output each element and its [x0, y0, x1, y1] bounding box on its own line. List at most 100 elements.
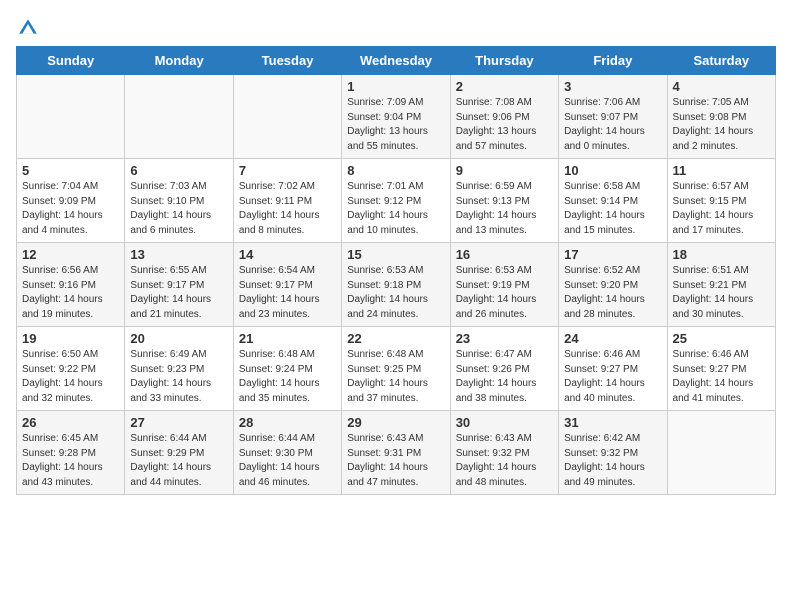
calendar-cell: 17 Sunrise: 6:52 AMSunset: 9:20 PMDayligh… [559, 243, 667, 327]
calendar-cell: 30Sunrise: 6:43 AMSunset: 9:32 PMDayligh… [450, 411, 558, 495]
calendar-cell: 24 Sunrise: 6:46 AMSunset: 9:27 PMDayligh… [559, 327, 667, 411]
day-info: Sunrise: 6:55 AMSunset: 9:17 PMDaylight:… [130, 264, 227, 322]
day-number: 11 [673, 163, 770, 178]
calendar-cell: 6 Sunrise: 7:03 AMSunset: 9:10 PMDaylight… [125, 159, 233, 243]
calendar-cell: 8 Sunrise: 7:01 AMSunset: 9:12 PMDaylight… [342, 159, 450, 243]
calendar-cell [233, 75, 341, 159]
calendar-cell: 20Sunrise: 6:49 AMSunset: 9:23 PMDayligh… [125, 327, 233, 411]
calendar-week-row: 1Sunrise: 7:09 AMSunset: 9:04 PMDaylight… [17, 75, 776, 159]
day-info: Sunrise: 6:48 AMSunset: 9:25 PMDaylight:… [347, 348, 444, 406]
day-header-friday: Friday [559, 47, 667, 75]
calendar-week-row: 12 Sunrise: 6:56 AMSunset: 9:16 PMDayligh… [17, 243, 776, 327]
day-info: Sunrise: 6:57 AMSunset: 9:15 PMDaylight:… [673, 180, 770, 238]
day-info: Sunrise: 6:58 AMSunset: 9:14 PMDaylight:… [564, 180, 661, 238]
calendar-cell: 7 Sunrise: 7:02 AMSunset: 9:11 PMDaylight… [233, 159, 341, 243]
day-number: 9 [456, 163, 553, 178]
calendar-week-row: 19 Sunrise: 6:50 AMSunset: 9:22 PMDayligh… [17, 327, 776, 411]
day-info: Sunrise: 6:50 AMSunset: 9:22 PMDaylight:… [22, 348, 119, 406]
day-number: 31 [564, 415, 661, 430]
day-header-thursday: Thursday [450, 47, 558, 75]
calendar-cell: 2Sunrise: 7:08 AMSunset: 9:06 PMDaylight… [450, 75, 558, 159]
calendar-cell: 9 Sunrise: 6:59 AMSunset: 9:13 PMDaylight… [450, 159, 558, 243]
day-number: 27 [130, 415, 227, 430]
day-number: 13 [130, 247, 227, 262]
day-info: Sunrise: 6:47 AMSunset: 9:26 PMDaylight:… [456, 348, 553, 406]
calendar-week-row: 5 Sunrise: 7:04 AMSunset: 9:09 PMDaylight… [17, 159, 776, 243]
day-info: Sunrise: 7:01 AMSunset: 9:12 PMDaylight:… [347, 180, 444, 238]
calendar-cell [125, 75, 233, 159]
day-number: 17 [564, 247, 661, 262]
day-number: 18 [673, 247, 770, 262]
day-info: Sunrise: 6:49 AMSunset: 9:23 PMDaylight:… [130, 348, 227, 406]
page-header [16, 16, 776, 40]
day-number: 24 [564, 331, 661, 346]
calendar-header-row: SundayMondayTuesdayWednesdayThursdayFrid… [17, 47, 776, 75]
day-info: Sunrise: 6:44 AMSunset: 9:29 PMDaylight:… [130, 432, 227, 490]
day-number: 10 [564, 163, 661, 178]
day-number: 25 [673, 331, 770, 346]
calendar-cell: 14 Sunrise: 6:54 AMSunset: 9:17 PMDayligh… [233, 243, 341, 327]
day-info: Sunrise: 6:45 AMSunset: 9:28 PMDaylight:… [22, 432, 119, 490]
day-info: Sunrise: 7:03 AMSunset: 9:10 PMDaylight:… [130, 180, 227, 238]
calendar-cell: 5 Sunrise: 7:04 AMSunset: 9:09 PMDaylight… [17, 159, 125, 243]
calendar-cell [667, 411, 775, 495]
logo [16, 16, 44, 40]
day-header-saturday: Saturday [667, 47, 775, 75]
day-number: 21 [239, 331, 336, 346]
calendar-cell: 10 Sunrise: 6:58 AMSunset: 9:14 PMDayligh… [559, 159, 667, 243]
calendar-cell: 16Sunrise: 6:53 AMSunset: 9:19 PMDayligh… [450, 243, 558, 327]
day-number: 14 [239, 247, 336, 262]
day-header-tuesday: Tuesday [233, 47, 341, 75]
calendar-week-row: 26 Sunrise: 6:45 AMSunset: 9:28 PMDayligh… [17, 411, 776, 495]
day-number: 12 [22, 247, 119, 262]
day-info: Sunrise: 6:54 AMSunset: 9:17 PMDaylight:… [239, 264, 336, 322]
calendar-cell: 12 Sunrise: 6:56 AMSunset: 9:16 PMDayligh… [17, 243, 125, 327]
day-number: 4 [673, 79, 770, 94]
calendar-cell: 1Sunrise: 7:09 AMSunset: 9:04 PMDaylight… [342, 75, 450, 159]
day-header-wednesday: Wednesday [342, 47, 450, 75]
calendar-cell: 22 Sunrise: 6:48 AMSunset: 9:25 PMDayligh… [342, 327, 450, 411]
day-number: 22 [347, 331, 444, 346]
day-number: 19 [22, 331, 119, 346]
day-info: Sunrise: 7:05 AMSunset: 9:08 PMDaylight:… [673, 96, 770, 154]
calendar-cell: 25 Sunrise: 6:46 AMSunset: 9:27 PMDayligh… [667, 327, 775, 411]
calendar-cell [17, 75, 125, 159]
day-info: Sunrise: 6:59 AMSunset: 9:13 PMDaylight:… [456, 180, 553, 238]
day-number: 5 [22, 163, 119, 178]
day-info: Sunrise: 6:48 AMSunset: 9:24 PMDaylight:… [239, 348, 336, 406]
calendar-cell: 23Sunrise: 6:47 AMSunset: 9:26 PMDayligh… [450, 327, 558, 411]
day-number: 3 [564, 79, 661, 94]
calendar-cell: 13 Sunrise: 6:55 AMSunset: 9:17 PMDayligh… [125, 243, 233, 327]
calendar-table: SundayMondayTuesdayWednesdayThursdayFrid… [16, 46, 776, 495]
day-number: 29 [347, 415, 444, 430]
day-info: Sunrise: 6:52 AMSunset: 9:20 PMDaylight:… [564, 264, 661, 322]
day-info: Sunrise: 6:46 AMSunset: 9:27 PMDaylight:… [673, 348, 770, 406]
calendar-cell: 18Sunrise: 6:51 AMSunset: 9:21 PMDayligh… [667, 243, 775, 327]
day-info: Sunrise: 6:53 AMSunset: 9:18 PMDaylight:… [347, 264, 444, 322]
day-info: Sunrise: 7:09 AMSunset: 9:04 PMDaylight:… [347, 96, 444, 154]
calendar-cell: 11 Sunrise: 6:57 AMSunset: 9:15 PMDayligh… [667, 159, 775, 243]
day-number: 30 [456, 415, 553, 430]
calendar-cell: 31 Sunrise: 6:42 AMSunset: 9:32 PMDayligh… [559, 411, 667, 495]
calendar-cell: 3 Sunrise: 7:06 AMSunset: 9:07 PMDaylight… [559, 75, 667, 159]
calendar-cell: 26 Sunrise: 6:45 AMSunset: 9:28 PMDayligh… [17, 411, 125, 495]
day-info: Sunrise: 6:53 AMSunset: 9:19 PMDaylight:… [456, 264, 553, 322]
day-info: Sunrise: 7:08 AMSunset: 9:06 PMDaylight:… [456, 96, 553, 154]
day-info: Sunrise: 7:06 AMSunset: 9:07 PMDaylight:… [564, 96, 661, 154]
day-info: Sunrise: 6:44 AMSunset: 9:30 PMDaylight:… [239, 432, 336, 490]
day-info: Sunrise: 6:46 AMSunset: 9:27 PMDaylight:… [564, 348, 661, 406]
calendar-cell: 4 Sunrise: 7:05 AMSunset: 9:08 PMDaylight… [667, 75, 775, 159]
day-number: 28 [239, 415, 336, 430]
day-info: Sunrise: 6:56 AMSunset: 9:16 PMDaylight:… [22, 264, 119, 322]
calendar-cell: 19 Sunrise: 6:50 AMSunset: 9:22 PMDayligh… [17, 327, 125, 411]
day-info: Sunrise: 6:42 AMSunset: 9:32 PMDaylight:… [564, 432, 661, 490]
day-info: Sunrise: 7:04 AMSunset: 9:09 PMDaylight:… [22, 180, 119, 238]
day-number: 6 [130, 163, 227, 178]
day-info: Sunrise: 6:43 AMSunset: 9:31 PMDaylight:… [347, 432, 444, 490]
day-number: 26 [22, 415, 119, 430]
day-number: 7 [239, 163, 336, 178]
day-header-monday: Monday [125, 47, 233, 75]
calendar-cell: 15Sunrise: 6:53 AMSunset: 9:18 PMDayligh… [342, 243, 450, 327]
day-number: 8 [347, 163, 444, 178]
day-info: Sunrise: 7:02 AMSunset: 9:11 PMDaylight:… [239, 180, 336, 238]
